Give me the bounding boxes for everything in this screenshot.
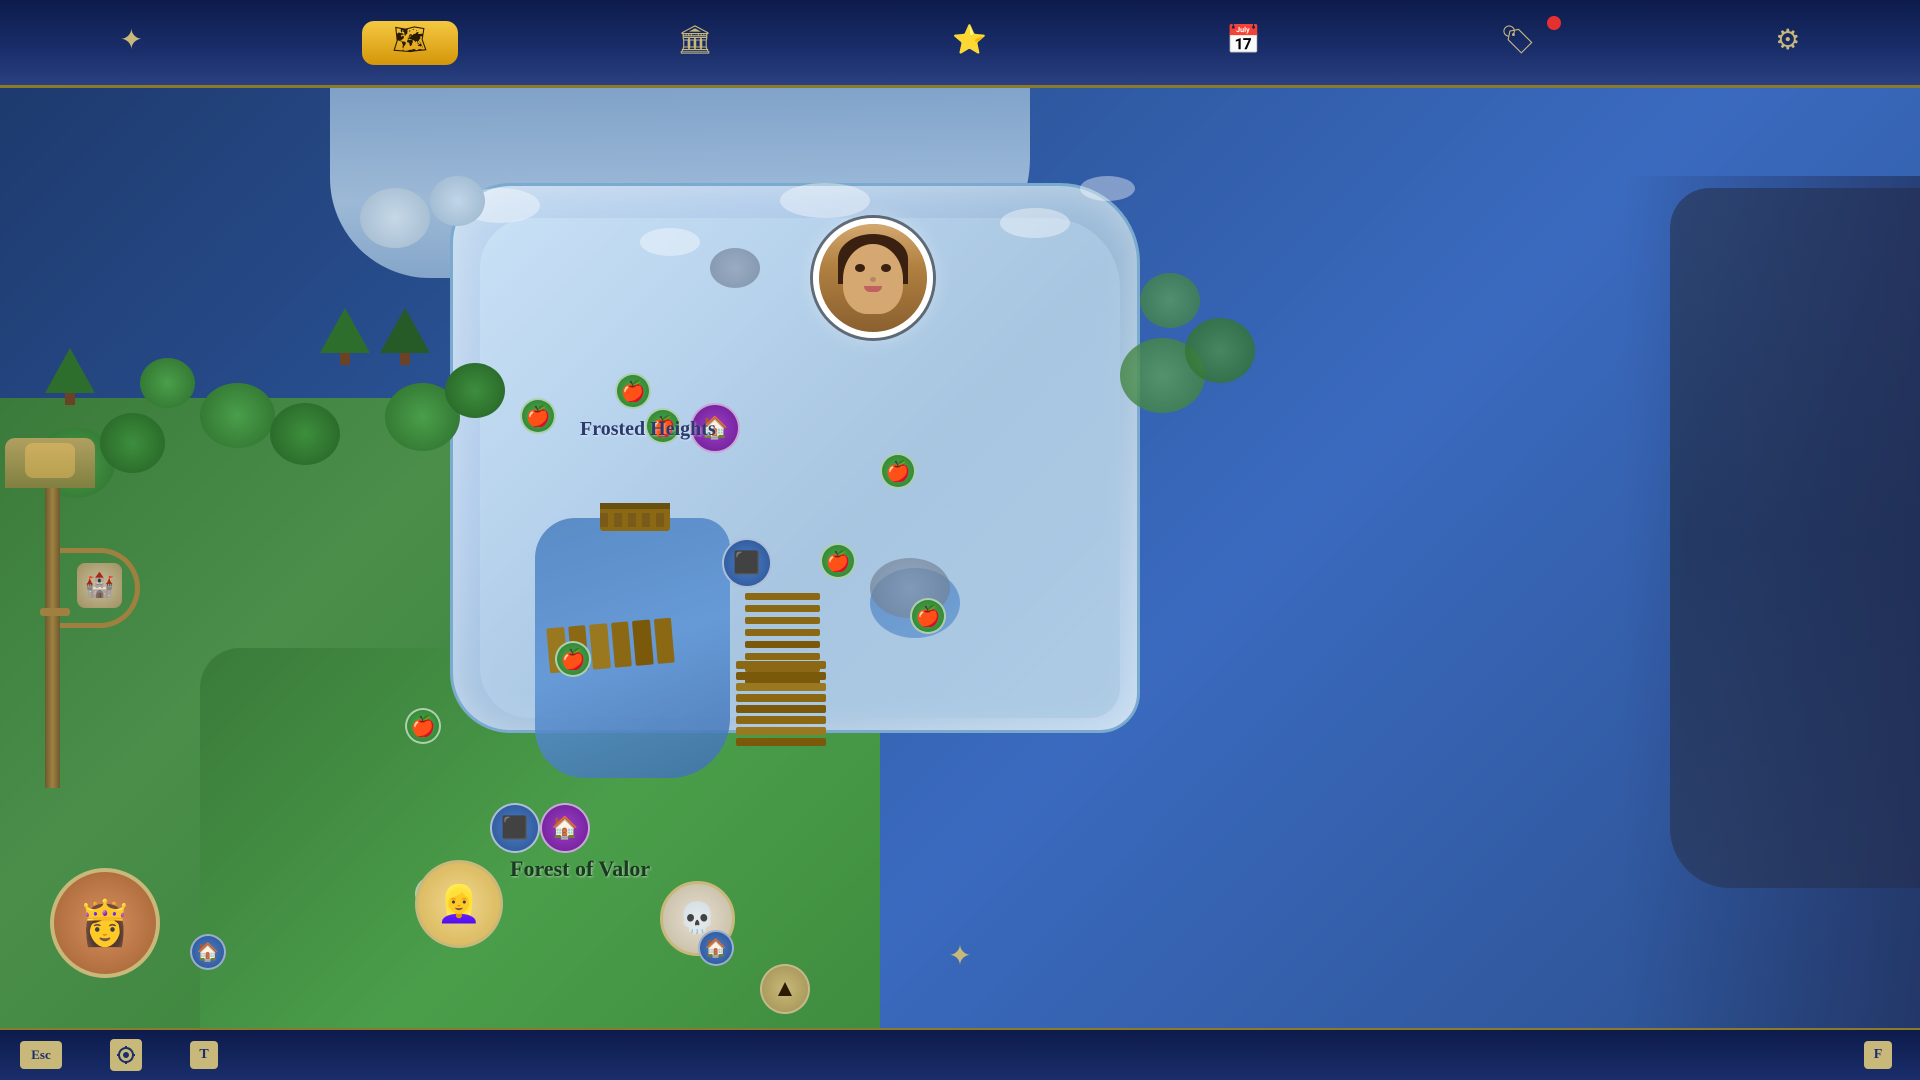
bush-5: [140, 358, 195, 408]
top-navigation: ✦ 🗺 🏛 ⭐ 📅 🏷 ⚙: [0, 0, 1920, 88]
rapunzel-portrait[interactable]: 👱‍♀️: [415, 860, 503, 948]
bush-3: [200, 383, 275, 448]
fast-travel-key[interactable]: T: [190, 1041, 218, 1069]
esc-back-action[interactable]: Esc: [20, 1041, 70, 1069]
nav-item-dreamlight[interactable]: ✦: [100, 21, 163, 65]
collectible-apple-1[interactable]: 🍎: [520, 398, 556, 434]
snow-patch-2: [640, 228, 700, 256]
collection-icon: 🏛: [677, 27, 713, 55]
anna-home-icon[interactable]: 🏠: [190, 934, 226, 970]
nav-item-settings[interactable]: ⚙: [1755, 21, 1820, 65]
nav-item-quests[interactable]: ⭐: [932, 21, 1007, 65]
tree-group-2: [45, 348, 95, 408]
right-tree-3: [1140, 273, 1200, 328]
rock-2: [710, 248, 760, 288]
snow-rock-1: [360, 188, 430, 248]
collectible-apple-5[interactable]: 🍎: [820, 543, 856, 579]
anna-portrait[interactable]: 👸: [50, 868, 160, 978]
bush-4: [270, 403, 340, 465]
blue-box-2[interactable]: ⬛: [490, 803, 540, 853]
settings-icon: ⚙: [1775, 27, 1800, 55]
nav-item-shop[interactable]: 🏷: [1480, 21, 1556, 65]
collectible-apple-4[interactable]: 🍎: [880, 453, 916, 489]
event-icon: 📅: [1226, 27, 1261, 55]
lamp-post: [45, 468, 60, 788]
notification-dot: [1547, 16, 1561, 30]
collectible-apple-7[interactable]: 🍎: [555, 641, 591, 677]
nav-arrow-up[interactable]: ▲: [760, 964, 810, 1014]
snow-patch-5: [1080, 176, 1135, 201]
esc-key[interactable]: Esc: [20, 1041, 62, 1069]
dreamlight-icon: ✦: [120, 27, 143, 55]
purple-house-1[interactable]: 🏠: [690, 403, 740, 453]
purple-house-2[interactable]: 🏠: [540, 803, 590, 853]
map-container[interactable]: 🏰 🍎 🍎 🍎 🍎 🍎 🍎 🍎 🍎 🍎 ⬛ ⬛ 🏠 🏠 Fros: [0, 88, 1920, 1028]
fast-travel-action[interactable]: T: [190, 1041, 226, 1069]
collectible-apple-3[interactable]: 🍎: [645, 408, 681, 444]
avatar-face: [843, 244, 903, 314]
nav-item-map[interactable]: 🗺: [362, 21, 458, 65]
collectible-apple-2[interactable]: 🍎: [615, 373, 651, 409]
toggle-key[interactable]: F: [1864, 1041, 1892, 1069]
quests-icon: ⭐: [952, 27, 987, 55]
snow-patch-4: [1000, 208, 1070, 238]
player-avatar: [819, 224, 927, 332]
nav-star: ✦: [940, 936, 980, 976]
right-tree-2: [1185, 318, 1255, 383]
skull-home-icon[interactable]: 🏠: [698, 930, 734, 966]
zoom-icon: [110, 1039, 142, 1071]
zoom-action[interactable]: [110, 1039, 150, 1071]
collectible-apple-6[interactable]: 🍎: [910, 598, 946, 634]
blue-box-1[interactable]: ⬛: [722, 538, 772, 588]
collectible-apple-8[interactable]: 🍎: [405, 708, 441, 744]
bridge-1: [600, 503, 670, 531]
bush-7: [445, 363, 505, 418]
map-icon: 🗺: [392, 27, 428, 55]
nav-item-collection[interactable]: 🏛: [657, 21, 733, 65]
dark-forest-area: [1670, 188, 1920, 888]
nav-item-event[interactable]: 📅: [1206, 21, 1281, 65]
tree-group-1: [320, 308, 380, 368]
castle-icon[interactable]: 🏰: [77, 563, 122, 608]
wooden-structure: [736, 661, 826, 781]
snow-patch-3: [780, 183, 870, 218]
toggle-filters-action[interactable]: F: [1864, 1041, 1900, 1069]
bush-2: [100, 413, 165, 473]
snow-rock-2: [430, 176, 485, 226]
shop-icon: 🏷: [1500, 27, 1536, 55]
player-position: [813, 218, 933, 338]
bottom-bar: Esc T F: [0, 1028, 1920, 1080]
